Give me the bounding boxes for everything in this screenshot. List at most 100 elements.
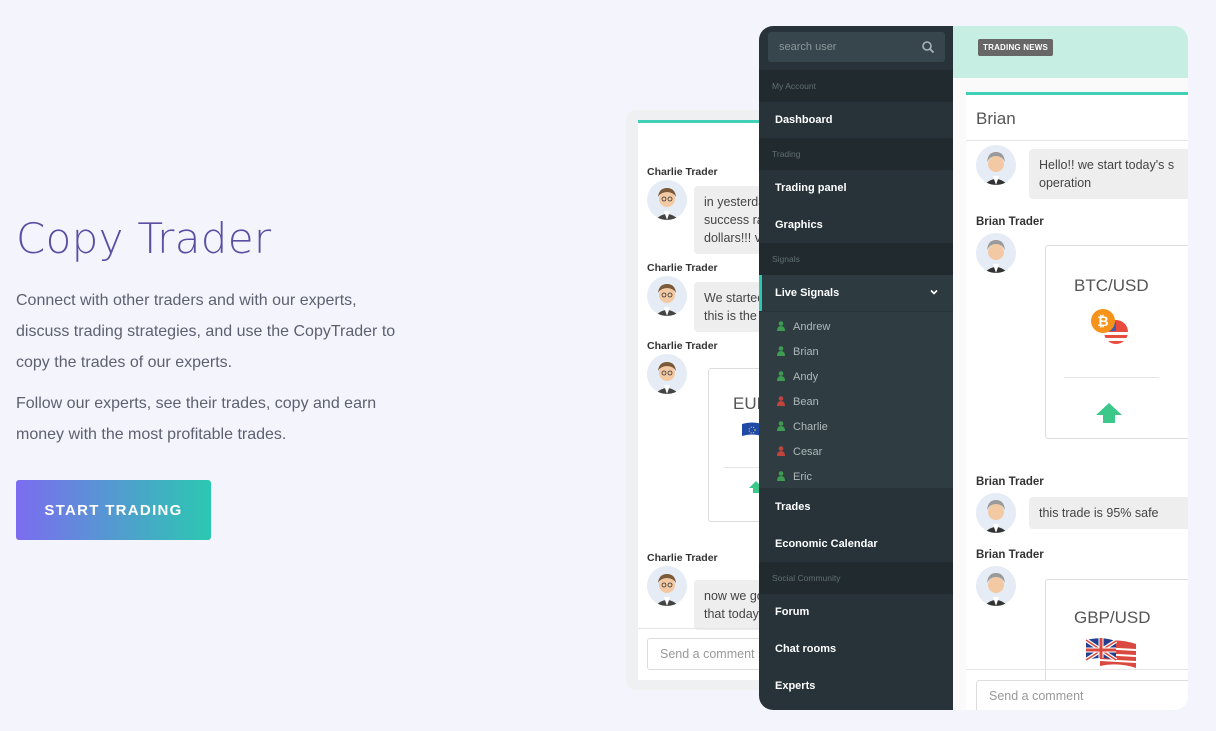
user-name: Eric	[793, 471, 812, 483]
avatar	[976, 493, 1016, 533]
sidebar-item-forum[interactable]: Forum	[759, 594, 953, 630]
chat-bubble: this trade is 95% safe	[1029, 497, 1188, 529]
title-divider	[966, 140, 1188, 141]
hero-description: Connect with other traders and with our …	[16, 285, 436, 378]
chat-bubble: Hello!! we start today's s operation	[1029, 149, 1188, 199]
bubble-text: this is the	[704, 309, 757, 323]
search-placeholder: search user	[779, 41, 837, 53]
hero-description-2: Follow our experts, see their trades, co…	[16, 388, 436, 450]
user-name: Andrew	[793, 321, 831, 333]
avatar	[647, 354, 687, 394]
user-online-icon	[777, 346, 785, 356]
user-online-icon	[777, 471, 785, 481]
comment-input[interactable]: Send a comment	[976, 680, 1188, 710]
trade-signal-card[interactable]: BTC/USD ₿	[1045, 245, 1188, 439]
start-trading-button[interactable]: START TRADING	[16, 480, 211, 540]
signal-user-andy[interactable]: Andy	[777, 369, 818, 385]
message-author: Brian Trader	[976, 549, 1044, 561]
sidebar-item-dashboard[interactable]: Dashboard	[759, 102, 953, 138]
btc-usd-icon: ₿	[1091, 309, 1128, 344]
sidebar-item-experts[interactable]: Experts	[759, 668, 953, 704]
brian-chat-panel: Brian Hello!! we start today's s operati…	[966, 92, 1188, 710]
sidebar-item-live-signals[interactable]: Live Signals	[759, 275, 953, 311]
sidebar-item-label: Live Signals	[775, 287, 840, 299]
signal-user-brian[interactable]: Brian	[777, 344, 819, 360]
avatar	[976, 145, 1016, 185]
sidebar-item-chat-rooms[interactable]: Chat rooms	[759, 631, 953, 667]
avatar	[647, 180, 687, 220]
signal-user-cesar[interactable]: Cesar	[777, 444, 822, 460]
svg-text:₿: ₿	[1097, 314, 1108, 330]
user-name: Bean	[793, 396, 819, 408]
trader-avatar-icon	[647, 354, 687, 394]
avatar	[647, 276, 687, 316]
bubble-text: success ra	[704, 213, 764, 227]
trader-avatar-icon	[976, 566, 1016, 606]
trading-app-window: search user My Account Dashboard Trading…	[759, 26, 1188, 710]
chat-title: Brian	[976, 109, 1016, 128]
page-title: Copy Trader	[16, 214, 272, 263]
bubble-text: now we go	[704, 589, 764, 603]
avatar	[976, 566, 1016, 606]
user-name: Andy	[793, 371, 819, 383]
avatar	[647, 566, 687, 606]
hero-desc-line: copy the trades of our experts.	[16, 354, 233, 371]
message-author: Brian Trader	[976, 476, 1044, 488]
bubble-text: this trade is 95% safe	[1039, 506, 1159, 520]
bubble-text: that today	[704, 607, 759, 621]
trader-avatar-icon	[647, 276, 687, 316]
card-divider	[1064, 377, 1159, 378]
live-signals-user-list: Andrew Brian Andy Bean Charlie Cesar Eri…	[759, 312, 953, 488]
signal-user-andrew[interactable]: Andrew	[777, 319, 830, 335]
hero-desc-line: Follow our experts, see their trades, co…	[16, 395, 377, 412]
bubble-text: dollars!!! v	[704, 231, 761, 245]
trader-avatar-icon	[647, 180, 687, 220]
sidebar: search user My Account Dashboard Trading…	[759, 26, 953, 710]
trade-pair-label: BTC/USD	[1074, 276, 1149, 295]
message-author: Charlie Trader	[647, 340, 718, 352]
user-name: Brian	[793, 346, 819, 358]
composer-divider	[966, 669, 1188, 670]
trader-avatar-icon	[976, 493, 1016, 533]
gbp-usd-flags-icon	[1084, 638, 1137, 668]
hero-desc-line: money with the most profitable trades.	[16, 426, 287, 443]
chevron-down-icon	[930, 289, 938, 295]
bubble-text: operation	[1039, 176, 1092, 190]
section-signals: Signals	[759, 243, 953, 275]
trade-signal-card[interactable]: GBP/USD	[1045, 579, 1188, 689]
avatar	[976, 233, 1016, 273]
search-icon[interactable]	[921, 40, 935, 54]
trade-pair-label: GBP/USD	[1074, 608, 1151, 627]
section-my-account: My Account	[759, 70, 953, 102]
sidebar-item-trades[interactable]: Trades	[759, 489, 953, 525]
user-offline-icon	[777, 396, 785, 406]
message-author: Charlie Trader	[647, 166, 718, 178]
hero-desc-line: Connect with other traders and with our …	[16, 292, 357, 309]
message-author: Charlie Trader	[647, 262, 718, 274]
bubble-text: in yesterda	[704, 195, 766, 209]
user-name: Charlie	[793, 421, 828, 433]
bubble-text: We startec	[704, 291, 764, 305]
sidebar-item-graphics[interactable]: Graphics	[759, 207, 953, 243]
signal-user-eric[interactable]: Eric	[777, 469, 812, 485]
message-author: Brian Trader	[976, 216, 1044, 228]
up-arrow-icon	[1096, 403, 1122, 423]
signal-user-bean[interactable]: Bean	[777, 394, 819, 410]
user-offline-icon	[777, 446, 785, 456]
trader-avatar-icon	[976, 233, 1016, 273]
bubble-text: Hello!! we start today's s	[1039, 158, 1175, 172]
signal-user-charlie[interactable]: Charlie	[777, 419, 828, 435]
user-online-icon	[777, 421, 785, 431]
section-social-community: Social Community	[759, 562, 953, 594]
user-name: Cesar	[793, 446, 823, 458]
sidebar-item-trading-panel[interactable]: Trading panel	[759, 170, 953, 206]
sidebar-item-economic-calendar[interactable]: Economic Calendar	[759, 526, 953, 562]
trading-news-badge[interactable]: TRADING NEWS	[978, 39, 1054, 56]
news-bar: TRADING NEWS	[953, 26, 1188, 78]
trader-avatar-icon	[976, 145, 1016, 185]
search-user-input[interactable]: search user	[768, 32, 945, 62]
user-online-icon	[777, 321, 785, 331]
trader-avatar-icon	[647, 566, 687, 606]
section-trading: Trading	[759, 138, 953, 170]
message-author: Charlie Trader	[647, 552, 718, 564]
